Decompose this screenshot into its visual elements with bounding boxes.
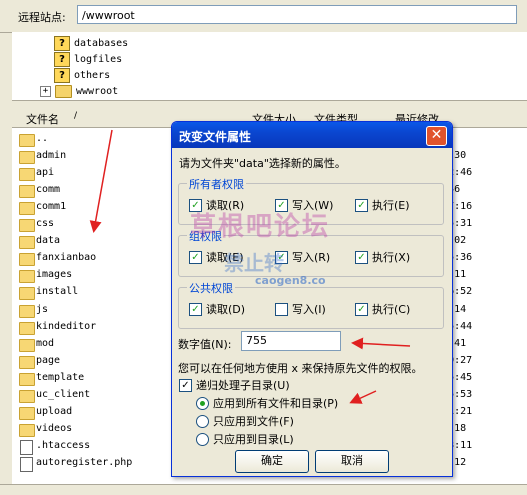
watermark-text: 禁止转 <box>224 251 284 275</box>
arrow-to-apply-all <box>349 390 377 404</box>
watermark-text: 草根吧论坛 <box>190 212 331 242</box>
watermark-url: caogen8.co <box>255 274 326 287</box>
arrow-to-numeric-value <box>351 337 411 350</box>
